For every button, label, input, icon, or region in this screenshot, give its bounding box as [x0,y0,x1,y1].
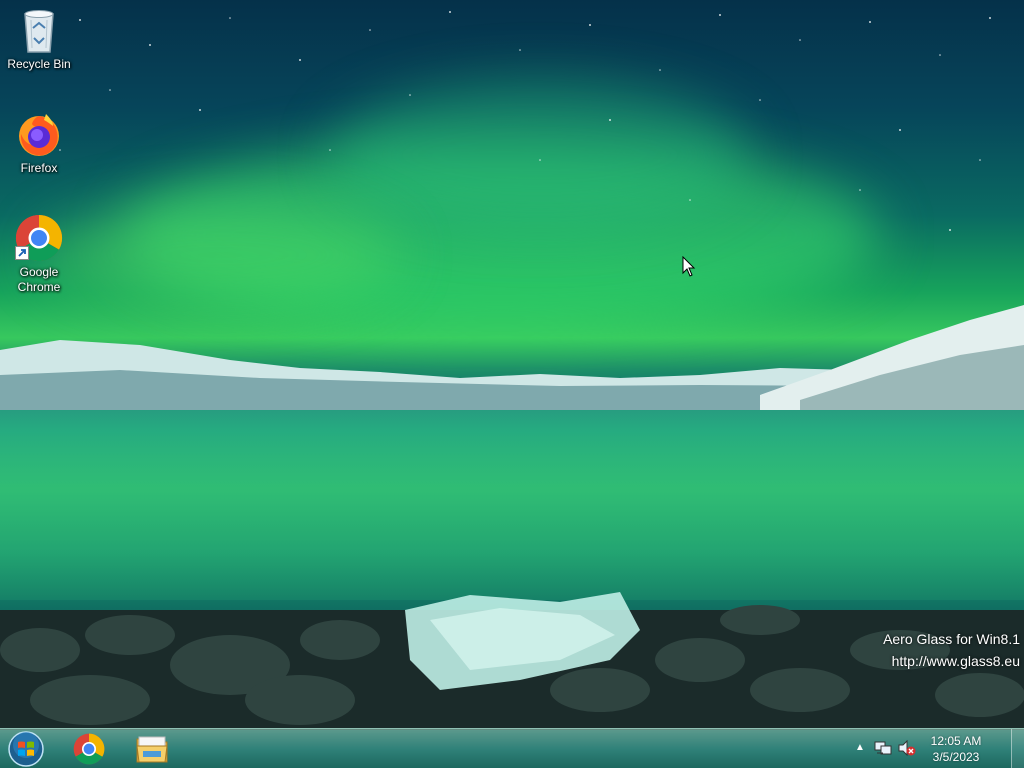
volume-muted-icon[interactable] [898,740,916,756]
aero-glass-watermark: Aero Glass for Win8.1 [883,631,1020,647]
network-icon[interactable] [874,740,892,756]
show-desktop-button[interactable] [1011,729,1024,768]
firefox-icon [19,114,59,156]
mouse-cursor-icon [682,256,696,277]
starfield [59,11,991,231]
taskbar-chrome-button[interactable] [60,730,118,768]
system-tray: ▲ 12:05 AM 3/5/2023 [854,729,1024,768]
aero-glass-url: http://www.glass8.eu [891,653,1020,669]
clock-date: 3/5/2023 [932,750,980,764]
snowy-mountains [0,340,850,410]
taskbar-clock[interactable]: 12:05 AM 3/5/2023 [920,733,992,765]
chevron-up-icon[interactable]: ▲ [854,742,866,753]
windows-start-icon [8,731,44,767]
desktop-icon-recycle-bin[interactable]: Recycle Bin [1,8,77,72]
chrome-icon [73,733,105,765]
folder-icon [136,736,168,763]
desktop-wallpaper: Aero Glass for Win8.1 http://www.glass8.… [0,0,1024,768]
desktop-icon-google-chrome[interactable]: Google Chrome [1,214,77,295]
lake-reflection [0,410,1024,600]
snowy-hill [760,305,1024,410]
desktop-icon-firefox[interactable]: Firefox [1,112,77,176]
desktop-icon-label: Google Chrome [17,265,61,294]
desktop-icon-label: Recycle Bin [7,57,71,71]
shortcut-arrow-icon [15,246,29,260]
taskbar-file-explorer-button[interactable] [122,730,180,768]
start-button[interactable] [7,730,45,768]
desktop-icon-label: Firefox [20,161,58,175]
taskbar: ▲ 12:05 AM 3/5/2023 [0,728,1024,768]
clock-time: 12:05 AM [930,734,982,748]
recycle-bin-icon [24,10,54,53]
